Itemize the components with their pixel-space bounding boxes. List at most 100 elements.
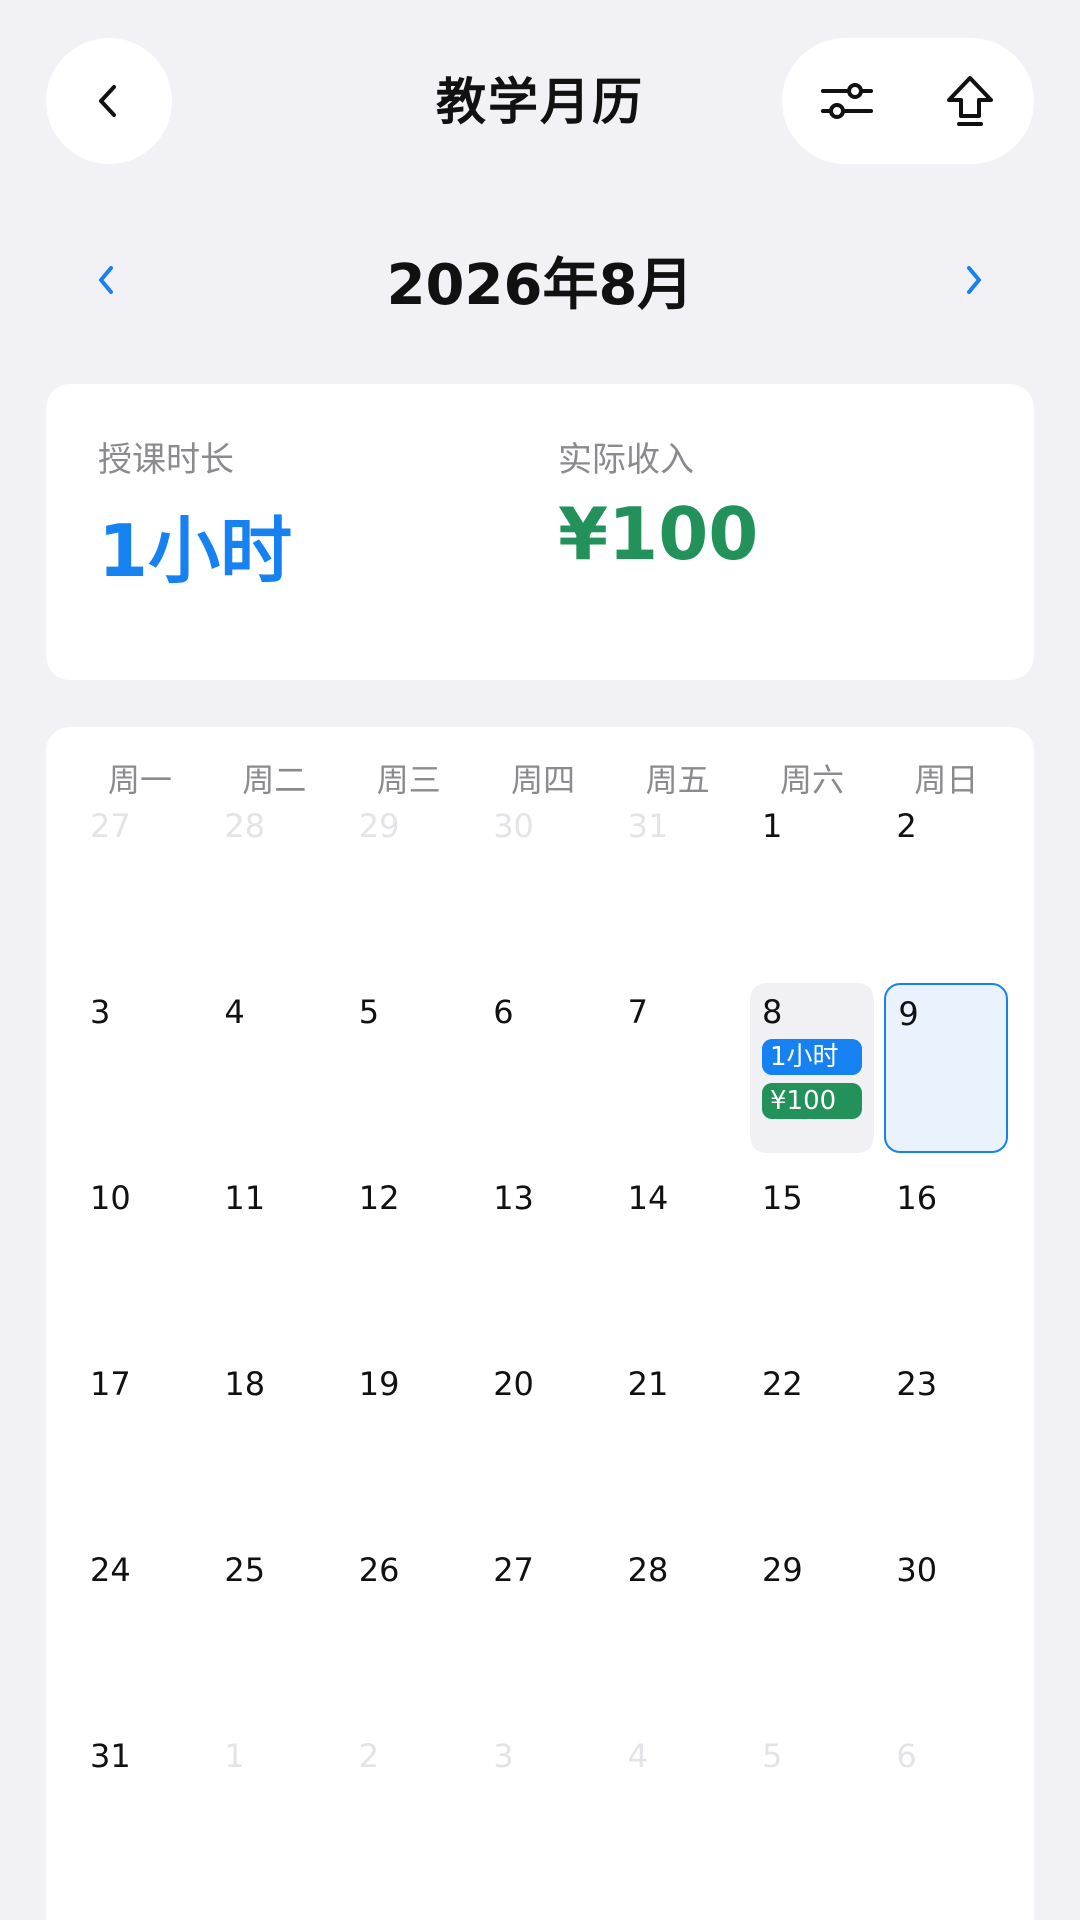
share-button[interactable] — [935, 66, 1005, 136]
calendar-day-cell[interactable]: 30 — [884, 1541, 1008, 1711]
weekday-label: 周四 — [511, 761, 576, 799]
day-number: 13 — [493, 1179, 534, 1217]
month-label: 2026年8月 — [386, 253, 694, 318]
calendar-day-cell[interactable]: 2 — [347, 1727, 471, 1897]
calendar-day-cell[interactable]: 3 — [481, 1727, 605, 1897]
calendar-day-cell[interactable]: 27 — [78, 797, 202, 967]
calendar-day-cell[interactable]: 17 — [78, 1355, 202, 1525]
day-number: 6 — [896, 1737, 917, 1775]
calendar-day-cell[interactable]: 5 — [750, 1727, 874, 1897]
day-number: 4 — [627, 1737, 648, 1775]
next-month-button[interactable] — [944, 250, 1004, 310]
day-number: 1 — [762, 807, 783, 845]
calendar-day-cell[interactable]: 19 — [347, 1355, 471, 1525]
day-number: 6 — [493, 993, 514, 1031]
day-number: 2 — [896, 807, 917, 845]
calendar-day-cell[interactable]: 6 — [481, 983, 605, 1153]
day-number: 29 — [358, 807, 400, 845]
weekday-label: 周三 — [376, 761, 441, 799]
calendar-day-cell[interactable]: 30 — [481, 797, 605, 967]
calendar-day-cell[interactable]: 10 — [78, 1169, 202, 1339]
calendar-day-cell[interactable]: 2 — [884, 797, 1008, 967]
calendar-day-cell[interactable]: 14 — [616, 1169, 740, 1339]
sliders-icon — [821, 83, 873, 119]
day-number: 28 — [224, 807, 266, 845]
calendar-day-cell[interactable]: 31 — [616, 797, 740, 967]
day-number: 2 — [358, 1737, 380, 1775]
calendar-day-cell[interactable]: 31 — [78, 1727, 202, 1897]
monthly-summary-card: 授课时长 1小时 实际收入 ¥100 — [46, 384, 1034, 680]
day-number: 25 — [224, 1551, 266, 1589]
calendar-day-cell[interactable]: 5 — [347, 983, 471, 1153]
day-number: 9 — [898, 995, 919, 1033]
day-number: 19 — [358, 1365, 400, 1403]
day-number: 31 — [90, 1737, 131, 1775]
weekday-label: 周一 — [107, 761, 172, 799]
calendar-day-cell[interactable]: 15 — [750, 1169, 874, 1339]
calendar-day-cell[interactable]: 26 — [347, 1541, 471, 1711]
calendar-day-cell[interactable]: 3 — [78, 983, 202, 1153]
day-number: 5 — [358, 993, 380, 1031]
calendar-day-cell[interactable]: 1 — [212, 1727, 336, 1897]
day-number: 17 — [90, 1365, 131, 1403]
day-number: 7 — [627, 993, 648, 1031]
weekday-label: 周二 — [242, 761, 307, 799]
lesson-income-tag: ¥100 — [762, 1083, 862, 1119]
day-number: 22 — [762, 1365, 803, 1403]
calendar-day-cell[interactable]: 24 — [78, 1541, 202, 1711]
weekday-label: 周五 — [645, 761, 710, 799]
day-number: 10 — [90, 1179, 131, 1217]
calendar-day-cell[interactable]: 23 — [884, 1355, 1008, 1525]
weekday-label: 周六 — [779, 761, 844, 799]
calendar-day-cell[interactable]: 28 — [616, 1541, 740, 1711]
day-number: 3 — [493, 1737, 514, 1775]
actual-income-value: ¥100 — [558, 492, 759, 576]
calendar-day-cell[interactable]: 16 — [884, 1169, 1008, 1339]
day-number: 3 — [90, 993, 111, 1031]
day-number: 28 — [627, 1551, 669, 1589]
calendar-day-cell[interactable]: 9 — [884, 983, 1009, 1153]
calendar-day-cell[interactable]: 13 — [481, 1169, 605, 1339]
day-number: 11 — [224, 1179, 266, 1217]
calendar-day-cell[interactable]: 29 — [750, 1541, 874, 1711]
calendar-day-cell[interactable]: 4 — [616, 1727, 740, 1897]
calendar-day-cell[interactable]: 1 — [750, 797, 874, 967]
calendar-day-cell[interactable]: 27 — [481, 1541, 605, 1711]
day-number: 21 — [627, 1365, 669, 1403]
calendar-day-cell[interactable]: 28 — [212, 797, 336, 967]
weekday-label: 周日 — [914, 761, 979, 799]
day-number: 4 — [224, 993, 245, 1031]
upload-arrow-icon — [947, 76, 993, 126]
teaching-hours-label: 授课时长 — [98, 440, 234, 480]
day-number: 26 — [358, 1551, 400, 1589]
calendar-day-cell[interactable]: 7 — [616, 983, 740, 1153]
calendar-day-cell[interactable]: 21 — [616, 1355, 740, 1525]
day-number: 30 — [896, 1551, 938, 1589]
calendar-day-cell[interactable]: 25 — [212, 1541, 336, 1711]
calendar-day-cell[interactable]: 20 — [481, 1355, 605, 1525]
chevron-right-icon — [967, 266, 981, 294]
calendar-grid: 周一 周二 周三 周四 周五 周六 周日 27 28 29 30 31 1 2 3 4 5 6 7 8 1小时 ¥100… — [46, 727, 1034, 1920]
lesson-hours-tag: 1小时 — [762, 1039, 862, 1075]
day-number: 18 — [224, 1365, 266, 1403]
calendar-day-cell[interactable]: 4 — [212, 983, 336, 1153]
day-number: 24 — [90, 1551, 131, 1589]
day-number: 15 — [762, 1179, 803, 1217]
calendar-day-cell[interactable]: 29 — [347, 797, 471, 967]
calendar-day-cell[interactable]: 22 — [750, 1355, 874, 1525]
calendar-day-cell[interactable]: 18 — [212, 1355, 336, 1525]
day-number: 30 — [493, 807, 534, 845]
day-number: 27 — [493, 1551, 534, 1589]
day-number: 8 — [762, 993, 783, 1031]
day-number: 27 — [90, 807, 131, 845]
calendar-day-cell[interactable]: 11 — [212, 1169, 336, 1339]
calendar-day-cell[interactable]: 8 1小时 ¥100 — [750, 983, 874, 1153]
header-actions — [782, 38, 1034, 164]
day-number: 29 — [762, 1551, 803, 1589]
calendar-day-cell[interactable]: 6 — [884, 1727, 1008, 1897]
filter-button[interactable] — [812, 66, 882, 136]
calendar-day-cell[interactable]: 12 — [347, 1169, 471, 1339]
day-number: 31 — [627, 807, 669, 845]
day-number: 16 — [896, 1179, 938, 1217]
day-number: 23 — [896, 1365, 938, 1403]
